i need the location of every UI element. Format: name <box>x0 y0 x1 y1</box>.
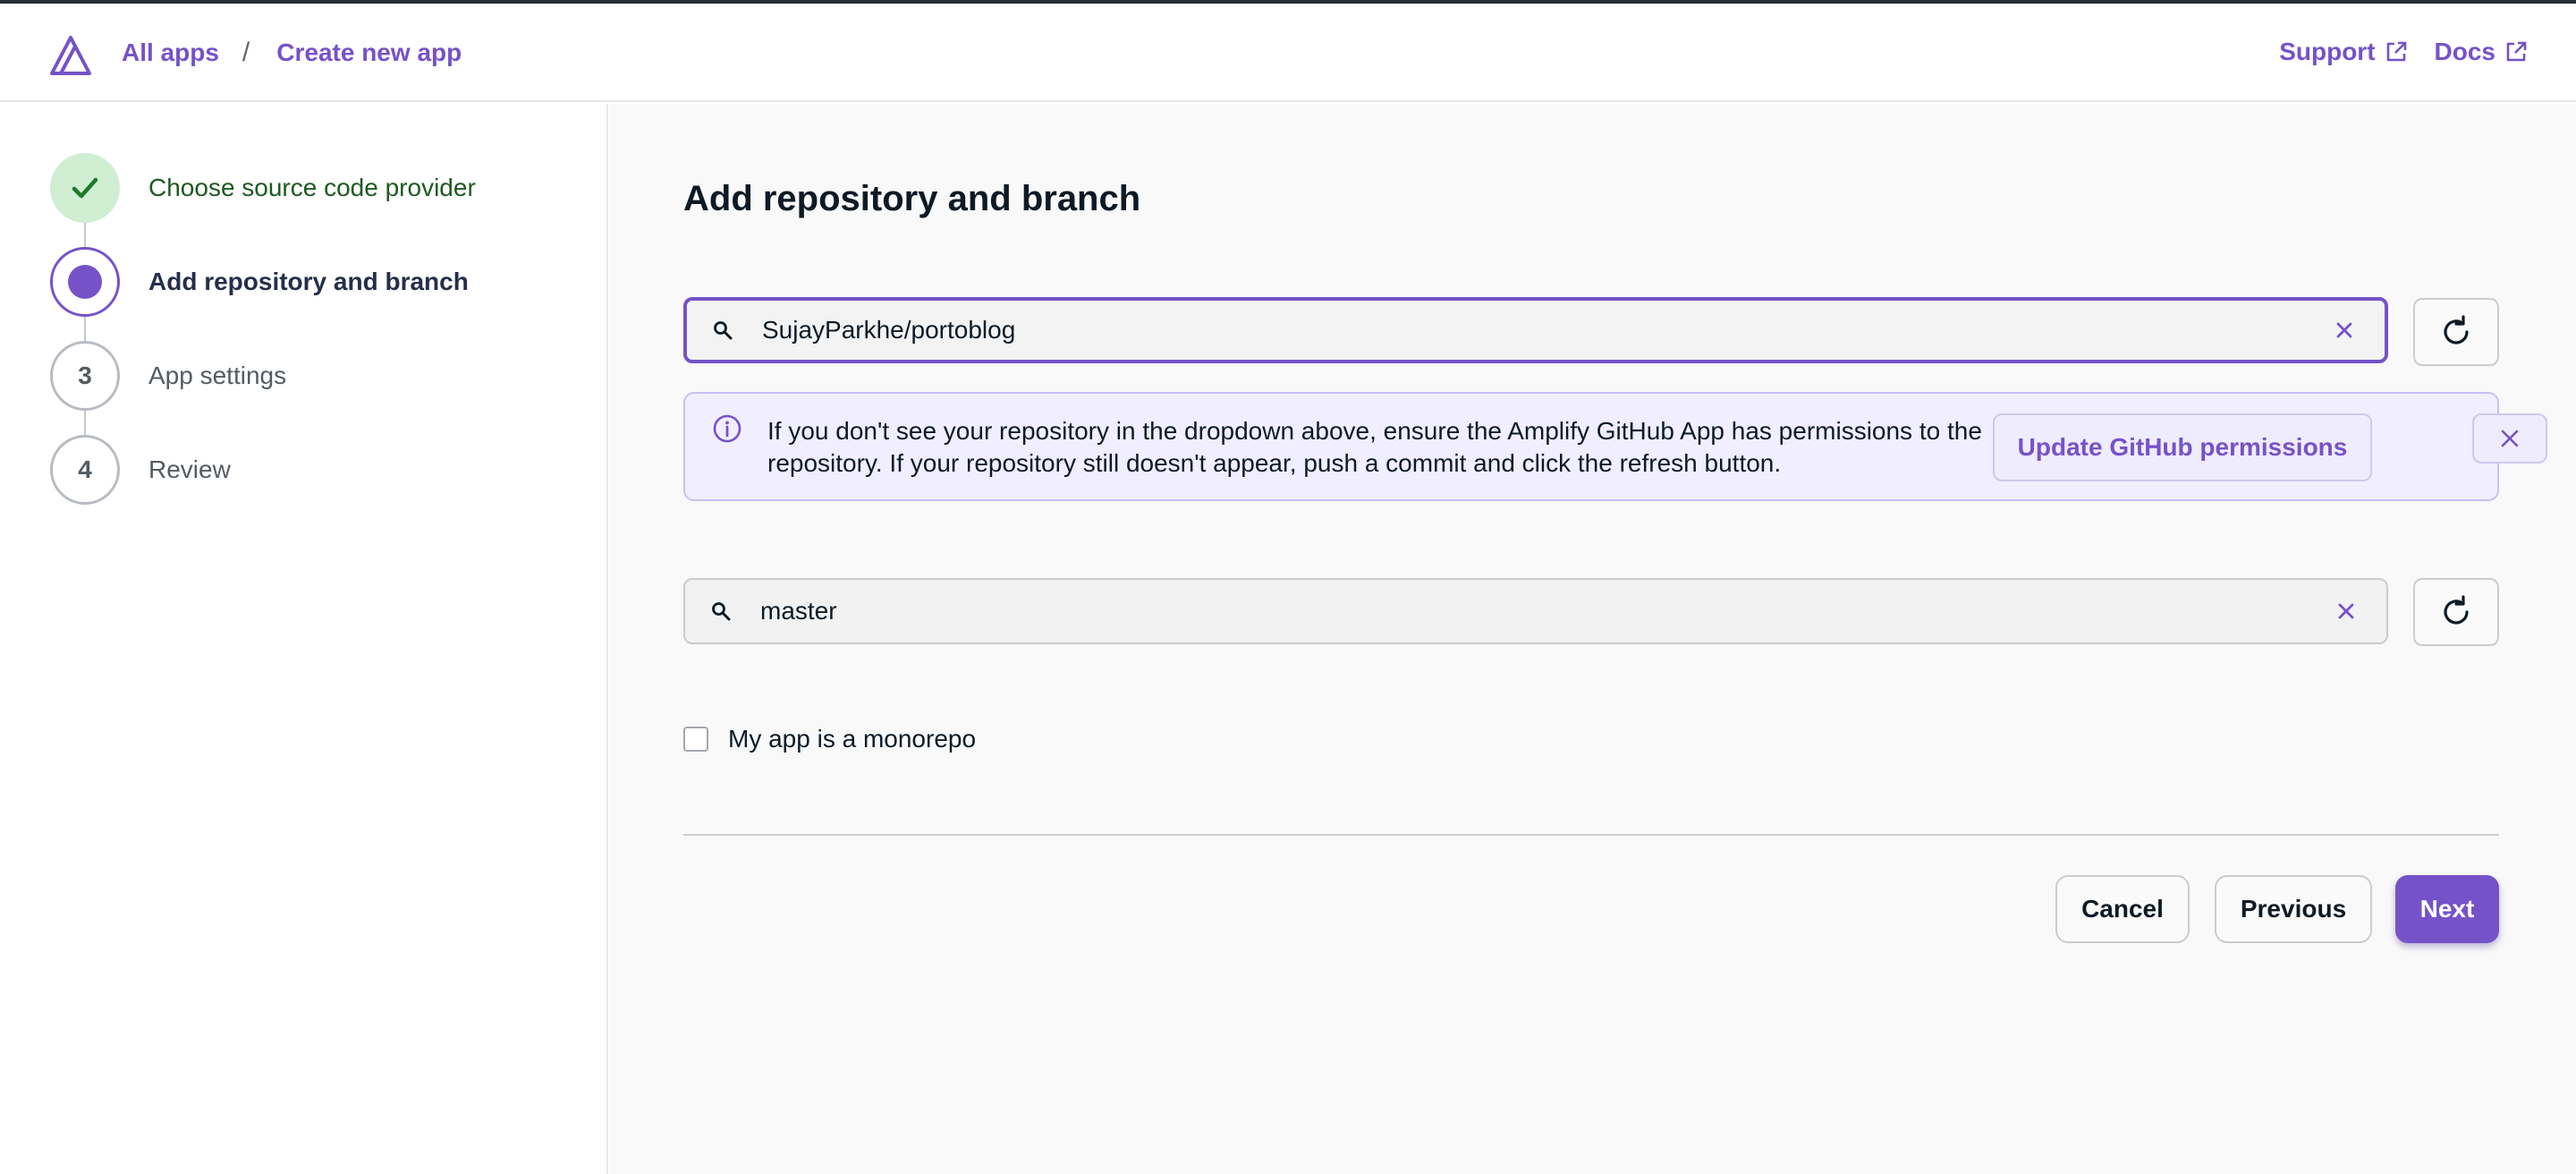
step-app-settings[interactable]: 3 App settings <box>50 341 286 411</box>
refresh-repositories-button[interactable] <box>2413 298 2499 366</box>
docs-link-label: Docs <box>2434 38 2496 65</box>
step-review[interactable]: 4 Review <box>50 435 231 505</box>
breadcrumb-all-apps[interactable]: All apps <box>122 38 219 67</box>
cancel-button[interactable]: Cancel <box>2055 875 2190 943</box>
step-label: Review <box>148 455 231 483</box>
clear-icon[interactable] <box>2336 601 2356 621</box>
external-link-icon <box>2506 41 2527 62</box>
monorepo-option: My app is a monorepo <box>683 725 976 753</box>
repository-search-input[interactable]: SujayParkhe/portoblog <box>683 297 2388 363</box>
repository-value: SujayParkhe/portoblog <box>762 316 1016 344</box>
current-dot-icon <box>68 265 102 299</box>
main-content: Add repository and branch SujayParkhe/po… <box>610 104 2576 1174</box>
step-done-indicator <box>50 153 120 223</box>
page-title: Add repository and branch <box>683 179 1141 218</box>
alert-message: If you don't see your repository in the … <box>767 417 1982 477</box>
step-label: Choose source code provider <box>148 174 476 201</box>
step-number: 3 <box>50 341 120 411</box>
monorepo-checkbox[interactable] <box>683 727 708 752</box>
refresh-icon <box>2444 595 2469 625</box>
step-choose-source[interactable]: Choose source code provider <box>50 153 476 223</box>
clear-icon[interactable] <box>2334 320 2354 340</box>
update-github-permissions-button[interactable]: Update GitHub permissions <box>1993 413 2372 481</box>
external-link-icon <box>2386 41 2406 62</box>
wizard-steps-sidebar: Choose source code provider Add reposito… <box>0 104 608 1174</box>
info-icon <box>713 414 741 443</box>
permissions-info-alert: If you don't see your repository in the … <box>683 392 2547 501</box>
refresh-icon <box>2444 315 2469 345</box>
close-icon <box>2501 430 2519 447</box>
previous-button[interactable]: Previous <box>2215 875 2372 943</box>
support-link[interactable]: Support <box>2279 38 2407 66</box>
breadcrumb-separator: / <box>242 38 250 67</box>
step-label: App settings <box>148 362 287 389</box>
step-current-indicator <box>50 247 120 317</box>
step-add-repository[interactable]: Add repository and branch <box>50 247 469 317</box>
step-number: 4 <box>50 435 120 505</box>
step-label: Add repository and branch <box>148 268 469 295</box>
dismiss-alert-button[interactable] <box>2472 413 2547 464</box>
amplify-logo-icon[interactable] <box>48 34 93 75</box>
docs-link[interactable]: Docs <box>2435 38 2528 66</box>
check-icon <box>72 177 98 199</box>
breadcrumb: All apps / Create new app <box>122 38 462 68</box>
header-links: Support Docs <box>2279 38 2528 66</box>
support-link-label: Support <box>2279 38 2376 65</box>
next-button[interactable]: Next <box>2395 875 2499 943</box>
divider <box>683 834 2499 836</box>
branch-search-input[interactable]: master <box>683 578 2388 644</box>
search-icon <box>714 321 733 340</box>
branch-value: master <box>760 597 837 625</box>
search-icon <box>712 602 731 621</box>
breadcrumb-create-new-app[interactable]: Create new app <box>276 38 462 67</box>
refresh-branches-button[interactable] <box>2413 578 2499 646</box>
top-bar: All apps / Create new app Support Docs <box>0 4 2576 102</box>
monorepo-label[interactable]: My app is a monorepo <box>728 725 976 753</box>
